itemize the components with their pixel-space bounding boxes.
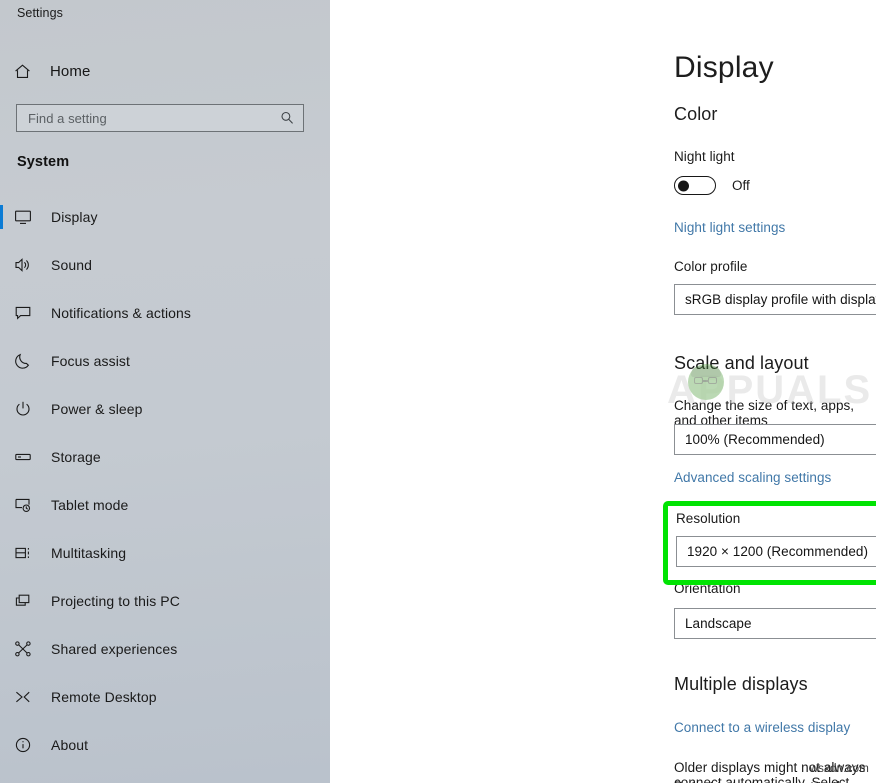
selection-indicator (0, 541, 3, 565)
share-nodes-icon (14, 640, 44, 658)
selection-indicator (0, 685, 3, 709)
sidebar-item-home[interactable]: Home (14, 57, 90, 85)
sidebar-item-sound[interactable]: Sound (0, 241, 330, 289)
night-light-toggle-row: Off (674, 176, 750, 195)
sidebar-item-remote-desktop-label: Remote Desktop (51, 689, 157, 705)
connect-wireless-display-link[interactable]: Connect to a wireless display (674, 720, 850, 735)
tablet-icon (14, 496, 44, 514)
color-section-heading: Color (674, 104, 718, 124)
sidebar-item-tablet-mode-label: Tablet mode (51, 497, 129, 513)
sidebar-item-about-label: About (51, 737, 89, 753)
remote-desktop-icon (14, 688, 44, 706)
sidebar-item-display-label: Display (51, 209, 98, 225)
project-icon (14, 592, 44, 610)
multiple-displays-heading: Multiple displays (674, 674, 808, 694)
orientation-label: Orientation (674, 581, 741, 596)
sidebar: Settings Home Find a setting System Disp… (0, 0, 330, 783)
selection-indicator (0, 397, 3, 421)
resolution-dropdown[interactable]: 1920 × 1200 (Recommended) (676, 536, 876, 567)
night-light-settings-link[interactable]: Night light settings (674, 220, 785, 235)
settings-window: Settings Home Find a setting System Disp… (0, 0, 876, 783)
sidebar-item-display[interactable]: Display (0, 193, 330, 241)
moon-icon (14, 352, 44, 370)
sidebar-item-remote-desktop[interactable]: Remote Desktop (0, 673, 330, 721)
night-light-state: Off (732, 178, 750, 193)
notification-icon (14, 304, 44, 322)
resolution-value: 1920 × 1200 (Recommended) (687, 544, 868, 559)
selection-indicator (0, 253, 3, 277)
toggle-knob (678, 180, 689, 191)
main-content: Display Color Night light Off Night ligh… (330, 0, 876, 783)
selection-indicator (0, 205, 3, 229)
selection-indicator (0, 637, 3, 661)
sidebar-item-tablet-mode[interactable]: Tablet mode (0, 481, 330, 529)
selection-indicator (0, 493, 3, 517)
color-profile-label: Color profile (674, 259, 748, 274)
color-profile-dropdown[interactable]: sRGB display profile with display hardwa… (674, 284, 876, 315)
sidebar-item-storage[interactable]: Storage (0, 433, 330, 481)
selection-indicator (0, 301, 3, 325)
sidebar-nav-list: Display Sound Notifications & actions Fo… (0, 193, 330, 769)
night-light-label: Night light (674, 149, 735, 164)
sidebar-item-multitasking-label: Multitasking (51, 545, 127, 561)
sidebar-item-power-sleep-label: Power & sleep (51, 401, 143, 417)
drive-icon (14, 448, 44, 466)
advanced-scaling-link[interactable]: Advanced scaling settings (674, 470, 831, 485)
sidebar-item-multitasking[interactable]: Multitasking (0, 529, 330, 577)
night-light-toggle[interactable] (674, 176, 716, 195)
scale-section-heading: Scale and layout (674, 353, 809, 373)
search-box[interactable]: Find a setting (16, 104, 304, 132)
sidebar-item-shared-experiences-label: Shared experiences (51, 641, 178, 657)
app-title: Settings (17, 6, 63, 20)
sidebar-section-label: System (17, 154, 70, 170)
scale-dropdown[interactable]: 100% (Recommended) (674, 424, 876, 455)
sidebar-item-sound-label: Sound (51, 257, 92, 273)
multitasking-icon (14, 544, 44, 562)
sidebar-item-storage-label: Storage (51, 449, 101, 465)
sidebar-item-about[interactable]: About (0, 721, 330, 769)
orientation-value: Landscape (685, 616, 752, 631)
search-icon (280, 111, 303, 125)
selection-indicator (0, 445, 3, 469)
orientation-dropdown[interactable]: Landscape (674, 608, 876, 639)
sidebar-item-focus-assist-label: Focus assist (51, 353, 130, 369)
sidebar-item-focus-assist[interactable]: Focus assist (0, 337, 330, 385)
scale-value: 100% (Recommended) (685, 432, 825, 447)
search-input[interactable]: Find a setting (17, 111, 280, 126)
speaker-icon (14, 256, 44, 274)
selection-indicator (0, 349, 3, 373)
sidebar-item-notifications-label: Notifications & actions (51, 305, 192, 321)
resolution-label: Resolution (676, 511, 741, 526)
page-title: Display (674, 51, 774, 84)
info-icon (14, 736, 44, 754)
monitor-icon (14, 208, 44, 226)
sidebar-item-projecting[interactable]: Projecting to this PC (0, 577, 330, 625)
sidebar-item-notifications[interactable]: Notifications & actions (0, 289, 330, 337)
selection-indicator (0, 589, 3, 613)
color-profile-value: sRGB display profile with display hardwa… (685, 292, 876, 307)
home-icon (14, 63, 44, 80)
multiple-displays-note-line2: Detect to try to connect to them. (674, 779, 867, 783)
sidebar-item-power-sleep[interactable]: Power & sleep (0, 385, 330, 433)
selection-indicator (0, 733, 3, 757)
sidebar-item-projecting-label: Projecting to this PC (51, 593, 180, 609)
power-icon (14, 400, 44, 418)
sidebar-item-shared-experiences[interactable]: Shared experiences (0, 625, 330, 673)
sidebar-item-home-label: Home (50, 62, 91, 80)
